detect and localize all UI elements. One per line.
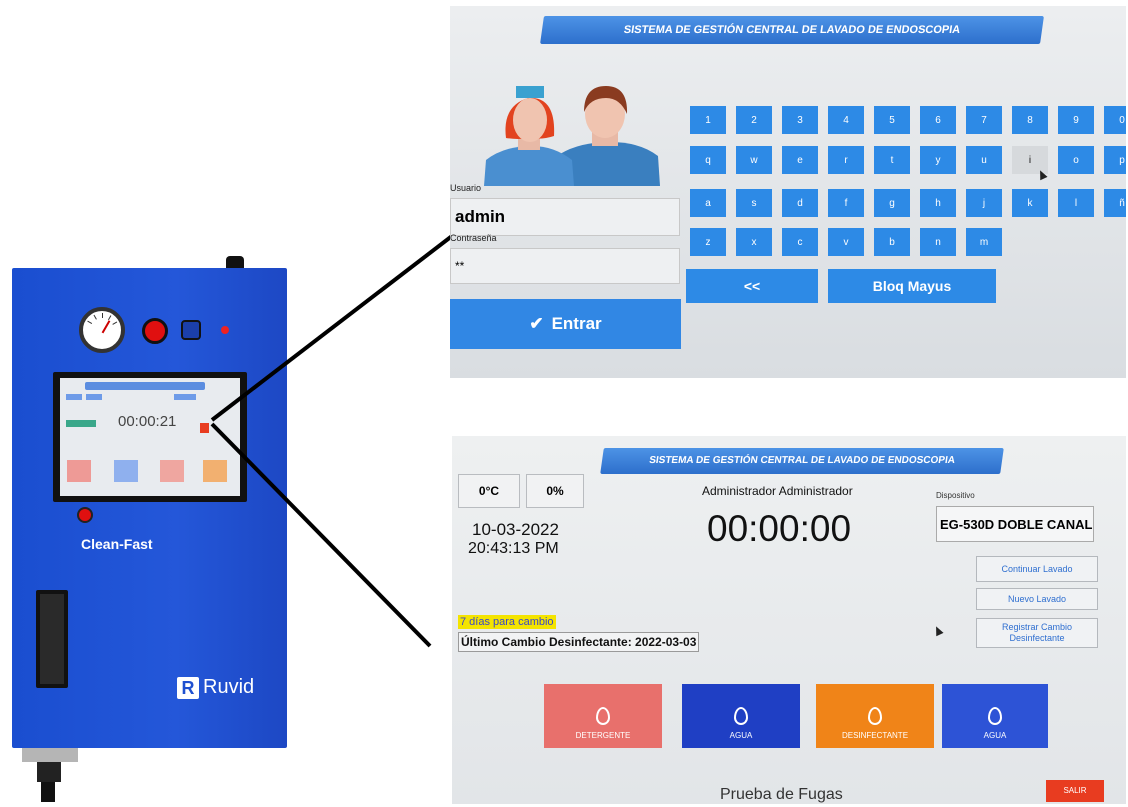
keyboard-key[interactable]: 7 [966,106,1002,134]
stage-water-button[interactable]: AGUA [682,684,800,748]
callout-line-top [210,234,454,422]
keyboard-key[interactable]: r [828,146,864,174]
keyboard-key[interactable]: y [920,146,956,174]
keyboard-key[interactable]: f [828,189,864,217]
keyboard-key[interactable]: h [920,189,956,217]
keyboard-key[interactable]: s [736,189,772,217]
keyboard-key[interactable]: n [920,228,956,256]
keyboard-key[interactable]: 3 [782,106,818,134]
keyboard-key[interactable]: g [874,189,910,217]
current-date: 10-03-2022 [472,520,559,539]
keyboard-key[interactable]: t [874,146,910,174]
user-label: Usuario [450,183,482,193]
callout-line-bottom [210,422,432,648]
password-label: Contraseña [450,233,497,243]
login-banner-title: SISTEMA DE GESTIÓN CENTRAL DE LAVADO DE … [540,16,1044,44]
caps-lock-key[interactable]: Bloq Mayus [828,269,996,303]
wash-timer: 00:00:00 [707,508,852,549]
exit-button[interactable]: SALIR [1046,780,1104,802]
device-label: Dispositivo [936,491,975,500]
keyboard-key[interactable]: 1 [690,106,726,134]
stage-label: DESINFECTANTE [841,731,909,740]
keyboard-key[interactable]: 0 [1104,106,1126,134]
keyboard-key[interactable]: q [690,146,726,174]
detergent-icon [596,707,610,725]
stage-water-button[interactable]: AGUA [942,684,1048,748]
stage-detergent-button[interactable]: DETERGENTE [544,684,662,748]
keyboard-key[interactable]: e [782,146,818,174]
main-banner-title: SISTEMA DE GESTIÓN CENTRAL DE LAVADO DE … [600,448,1004,474]
register-disinfectant-change-button[interactable]: Registrar Cambio Desinfectante [976,618,1098,648]
stage-label: AGUA [729,731,753,740]
operator-name: Administrador Administrador [702,484,853,498]
keyboard-key[interactable]: 2 [736,106,772,134]
keyboard-key[interactable]: m [966,228,1002,256]
users-avatar-icon [484,86,660,186]
mouse-cursor-icon [932,624,944,637]
leak-test-button[interactable]: Prueba de Fugas [720,786,843,804]
keyboard-key[interactable]: p [1104,146,1126,174]
new-wash-button[interactable]: Nuevo Lavado [976,588,1098,610]
temperature-readout: 0°C [458,474,520,508]
user-input[interactable]: admin [450,198,680,236]
keyboard-key[interactable]: j [966,189,1002,217]
keyboard-key[interactable]: d [782,189,818,217]
login-screen: SISTEMA DE GESTIÓN CENTRAL DE LAVADO DE … [450,6,1126,378]
disinfectant-icon [868,707,882,725]
water-drop-icon [734,707,748,725]
check-icon: ✔ [529,314,544,333]
keyboard-key[interactable]: 5 [874,106,910,134]
keyboard-key[interactable]: 9 [1058,106,1094,134]
password-input[interactable]: ** [450,248,680,284]
humidity-readout: 0% [526,474,584,508]
current-time: 20:43:13 PM [468,540,559,557]
keyboard-key[interactable]: u [966,146,1002,174]
continue-wash-button[interactable]: Continuar Lavado [976,556,1098,582]
keyboard-key[interactable]: z [690,228,726,256]
days-to-change-badge: 7 días para cambio [458,615,556,629]
keyboard-key[interactable]: o [1058,146,1094,174]
keyboard-key[interactable]: w [736,146,772,174]
keyboard-key[interactable]: ñ [1104,189,1126,217]
last-disinfectant-change: Último Cambio Desinfectante: 2022-03-03 [458,632,700,652]
wash-control-screen: SISTEMA DE GESTIÓN CENTRAL DE LAVADO DE … [452,436,1126,804]
enter-button-label: Entrar [551,314,602,333]
keyboard-key[interactable]: 6 [920,106,956,134]
device-select[interactable]: EG-530D DOBLE CANAL [936,506,1094,542]
water-drop-icon [988,707,1002,725]
stage-label: DETERGENTE [575,731,631,740]
backspace-key[interactable]: << [686,269,818,303]
stage-label: AGUA [983,731,1007,740]
keyboard-key[interactable]: 8 [1012,106,1048,134]
stage-disinfectant-button[interactable]: DESINFECTANTE [816,684,934,748]
keyboard-key[interactable]: x [736,228,772,256]
keyboard-key[interactable]: l [1058,189,1094,217]
keyboard-key[interactable]: v [828,228,864,256]
keyboard-key[interactable]: k [1012,189,1048,217]
keyboard-key[interactable]: b [874,228,910,256]
enter-button[interactable]: ✔ Entrar [450,299,681,349]
keyboard-key[interactable]: 4 [828,106,864,134]
keyboard-key[interactable]: c [782,228,818,256]
keyboard-key[interactable]: a [690,189,726,217]
